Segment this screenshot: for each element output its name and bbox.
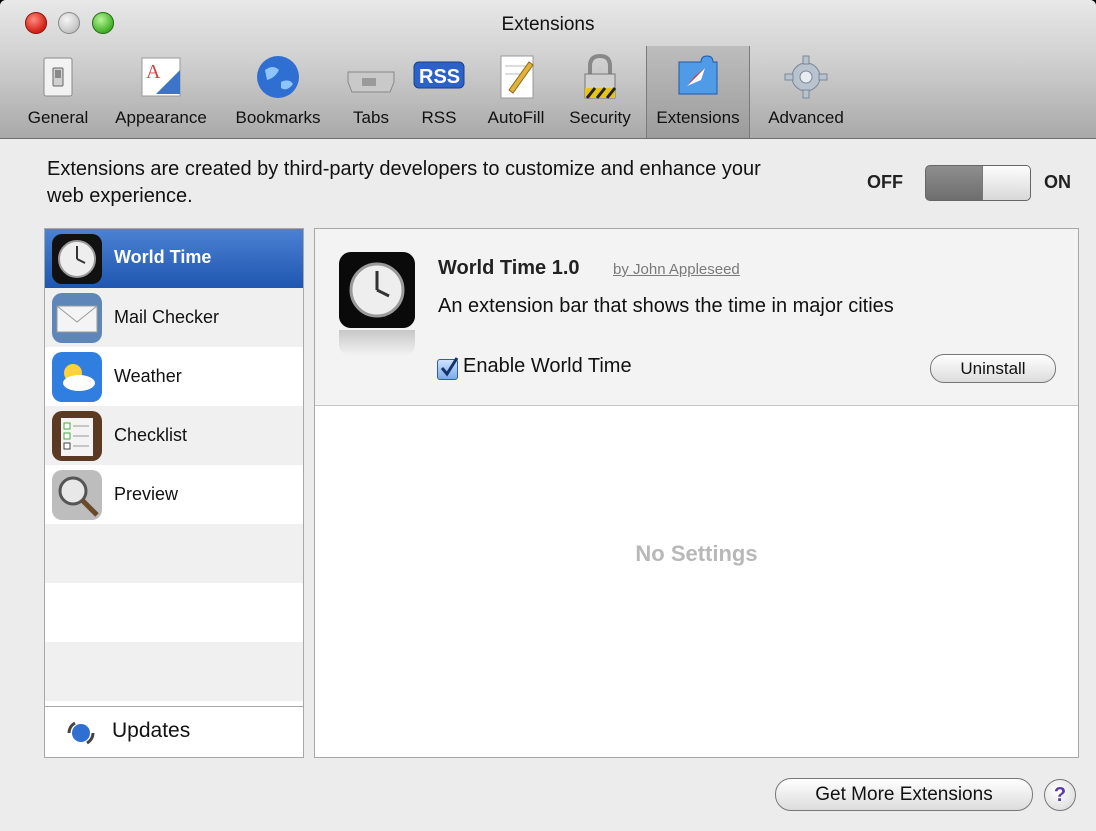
sidebar-item-preview[interactable]: Preview [45, 465, 303, 524]
sidebar-item-label: Weather [114, 366, 182, 386]
tab-label: AutoFill [487, 108, 545, 127]
icon-reflection [339, 330, 415, 356]
lock-icon [584, 53, 617, 99]
on-label: ON [1044, 172, 1071, 192]
enable-label[interactable]: Enable World Time [463, 355, 632, 378]
sidebar-item-label: Checklist [114, 425, 188, 445]
tab-label: General [27, 108, 89, 127]
sidebar-item-label: World Time [114, 247, 212, 267]
tab-rss[interactable]: RSS RSS [410, 46, 468, 138]
checkmark-icon [440, 357, 459, 377]
window-title: Extensions [501, 14, 595, 35]
tab-label: Advanced [768, 108, 844, 127]
uninstall-button[interactable]: Uninstall [930, 354, 1056, 383]
list-item [45, 642, 303, 701]
gear-icon [784, 55, 828, 99]
preferences-window: Extensions General A Appearance Bookmark… [0, 0, 1096, 831]
tab-general[interactable]: General [22, 46, 94, 138]
preferences-toolbar: General A Appearance Bookmarks Tabs RSS … [0, 46, 1096, 138]
tab-extensions[interactable]: Extensions [646, 46, 750, 138]
updates-item[interactable]: Updates [45, 706, 303, 757]
extensions-list: World Time Mail Checker Weather Checklis… [44, 228, 304, 758]
no-settings-text: No Settings [635, 541, 758, 566]
extension-description: An extension bar that shows the time in … [438, 295, 894, 317]
clock-icon [52, 234, 102, 284]
extension-author-link[interactable]: by John Appleseed [613, 261, 740, 278]
sidebar-item-world-time[interactable]: World Time [45, 229, 303, 288]
list-item [45, 583, 303, 642]
sidebar-item-checklist[interactable]: Checklist [45, 406, 303, 465]
updates-icon [67, 721, 95, 745]
extensions-description: Extensions are created by third-party de… [47, 158, 761, 207]
extensions-toggle[interactable] [925, 165, 1031, 201]
tab-label: Tabs [353, 108, 389, 127]
extension-header: World Time 1.0 by John Appleseed An exte… [315, 229, 1078, 406]
font-icon: A [141, 57, 181, 97]
tab-security[interactable]: Security [562, 46, 638, 138]
puzzle-compass-icon [678, 55, 718, 95]
tab-tabs[interactable]: Tabs [340, 46, 402, 138]
list-item [45, 524, 303, 583]
updates-label: Updates [112, 719, 191, 742]
pencil-form-icon [500, 55, 534, 99]
sidebar-item-mail-checker[interactable]: Mail Checker [45, 288, 303, 347]
tabs-icon [347, 71, 395, 93]
sidebar-item-weather[interactable]: Weather [45, 347, 303, 406]
tab-autofill[interactable]: AutoFill [478, 46, 554, 138]
tab-label: Bookmarks [235, 108, 321, 127]
tab-label: Extensions [656, 108, 740, 127]
extension-name: World Time 1.0 [438, 257, 580, 279]
get-more-extensions-button[interactable]: Get More Extensions [775, 778, 1033, 811]
clock-icon [339, 252, 415, 328]
globe-icon [257, 56, 299, 98]
off-label: OFF [867, 172, 903, 192]
tab-label: Security [569, 108, 631, 127]
toggle-knob[interactable] [982, 166, 1030, 200]
checklist-icon [52, 411, 102, 461]
tab-advanced[interactable]: Advanced [758, 46, 854, 138]
sidebar-item-label: Preview [114, 484, 179, 504]
help-button[interactable]: ? [1044, 779, 1076, 811]
rss-icon: RSS [413, 61, 465, 89]
svg-text:A: A [146, 61, 161, 83]
extension-detail-panel: World Time 1.0 by John Appleseed An exte… [314, 228, 1079, 758]
magnifier-icon [52, 470, 102, 520]
light-switch-icon [43, 57, 73, 97]
enable-checkbox[interactable] [437, 357, 459, 380]
sidebar-item-label: Mail Checker [114, 307, 220, 327]
tab-appearance[interactable]: A Appearance [106, 46, 216, 138]
svg-text:RSS: RSS [419, 66, 460, 88]
titlebar: Extensions General A Appearance Bookmark… [0, 0, 1096, 139]
weather-icon [52, 352, 102, 402]
tab-bookmarks[interactable]: Bookmarks [226, 46, 330, 138]
envelope-icon [52, 293, 102, 343]
tab-label: Appearance [115, 108, 207, 127]
tab-label: RSS [421, 108, 457, 127]
